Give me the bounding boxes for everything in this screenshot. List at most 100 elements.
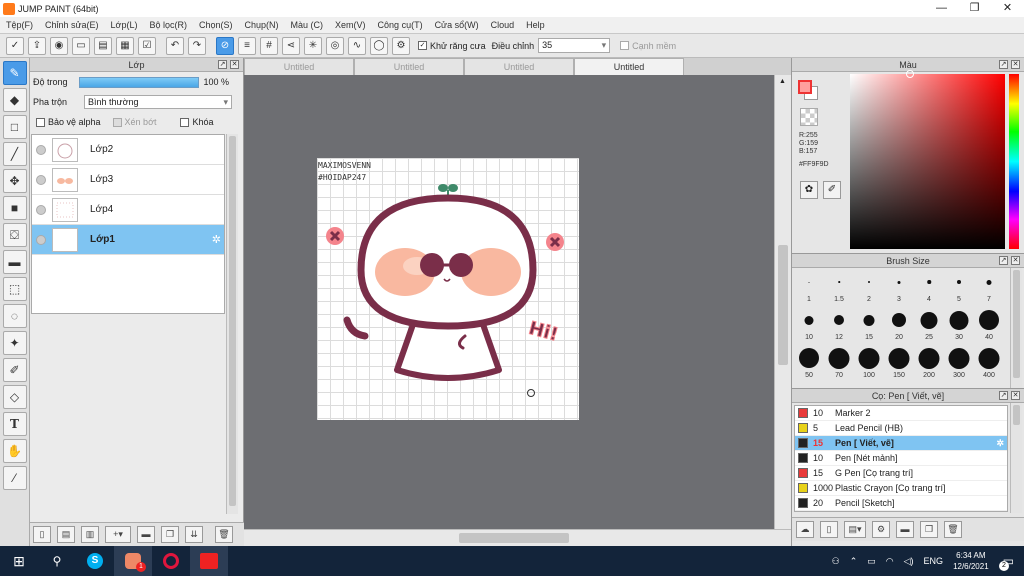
brush-list-item[interactable]: 1000 Plastic Crayon [Cọ trang trí] — [795, 481, 1007, 496]
brush-size-option[interactable]: 25 — [914, 308, 944, 341]
brush-size-option[interactable]: 1.5 — [824, 270, 854, 303]
menu-cloud[interactable]: Cloud — [485, 20, 521, 30]
new-8bit-layer-icon[interactable]: ▥ — [81, 526, 99, 543]
menu-select[interactable]: Chọn(S) — [193, 20, 239, 30]
brush-list-scrollbar[interactable] — [1010, 403, 1022, 513]
horizontal-scroll-thumb[interactable] — [459, 533, 569, 543]
panel-float-icon[interactable]: ↗ — [218, 60, 227, 69]
line-tool-icon[interactable]: ╱ — [2, 142, 27, 166]
select-pen-tool-icon[interactable]: ✐ — [2, 358, 27, 382]
canvas-horizontal-scrollbar[interactable] — [244, 529, 791, 546]
brush-menu-icon[interactable]: ▤▾ — [844, 521, 866, 538]
brush-settings-icon[interactable]: ⚙ — [872, 521, 890, 538]
opacity-slider[interactable] — [78, 76, 199, 88]
new-layer-icon[interactable]: ▯ — [33, 526, 51, 543]
brush-delete-icon[interactable]: 🗑 — [944, 521, 962, 538]
brush-size-option[interactable]: 2 — [854, 270, 884, 303]
page-icon[interactable]: ▤ — [94, 36, 112, 55]
close-button[interactable]: ✕ — [991, 0, 1024, 17]
brush-size-option[interactable]: 50 — [794, 346, 824, 379]
vertical-scroll-thumb[interactable] — [778, 245, 788, 365]
menu-window[interactable]: Cửa sổ(W) — [429, 20, 485, 30]
brush-size-option[interactable]: 5 — [944, 270, 974, 303]
visibility-icon[interactable] — [36, 144, 46, 155]
jump-paint-icon[interactable] — [190, 546, 228, 576]
bucket-tool-icon[interactable]: ⛋ — [2, 223, 27, 247]
menu-color[interactable]: Màu (C) — [285, 20, 330, 30]
ellipse-icon[interactable]: ◯ — [370, 36, 388, 55]
minimize-button[interactable]: — — [925, 0, 958, 17]
menu-capture[interactable]: Chụp(N) — [239, 20, 285, 30]
language-indicator[interactable]: ENG — [924, 556, 944, 566]
merge-layer-icon[interactable]: ⇊ — [185, 526, 203, 543]
panel-float-icon[interactable]: ↗ — [999, 60, 1008, 69]
lock-checkbox[interactable] — [180, 117, 190, 127]
brush-size-option[interactable]: 150 — [884, 346, 914, 379]
network-icon[interactable]: ◠ — [886, 556, 894, 567]
notification-icon[interactable]: ▭ 2 — [999, 554, 1014, 571]
layer-row-lop2[interactable]: Lớp2 — [32, 135, 224, 165]
hue-slider[interactable] — [1009, 74, 1019, 249]
brush-size-option[interactable]: 70 — [824, 346, 854, 379]
menu-edit[interactable]: Chỉnh sửa(E) — [39, 20, 105, 30]
checklist-icon[interactable]: ☑ — [138, 36, 156, 55]
layer-row-lop3[interactable]: Lớp3 — [32, 165, 224, 195]
brush-folder-icon[interactable]: ▬ — [896, 521, 914, 538]
blend-mode-select[interactable]: Bình thường — [84, 95, 233, 109]
search-icon[interactable]: ⚲ — [38, 546, 76, 576]
brush-size-scrollbar[interactable] — [1010, 268, 1022, 388]
delete-layer-icon[interactable]: 🗑 — [215, 526, 233, 543]
radial-icon[interactable]: ✳ — [304, 36, 322, 55]
clip-checkbox[interactable] — [112, 117, 122, 127]
move-tool-icon[interactable]: ✥ — [2, 169, 27, 193]
brush-size-option[interactable]: 30 — [944, 308, 974, 341]
protect-alpha-checkbox[interactable] — [36, 117, 45, 127]
skype-icon[interactable]: S — [76, 546, 114, 576]
pen-snap-off-icon[interactable]: ⊘ — [216, 36, 234, 55]
curve-icon[interactable]: ∿ — [348, 36, 366, 55]
palette-icon[interactable]: ✿ — [800, 181, 818, 199]
antialias-checkbox[interactable]: ✓ — [418, 41, 427, 50]
restore-button[interactable]: ❐ — [958, 0, 991, 17]
message-icon[interactable]: ▭ — [72, 36, 90, 55]
panel-close-icon[interactable]: ✕ — [1011, 391, 1020, 400]
brush-duplicate-icon[interactable]: ❐ — [920, 521, 938, 538]
drawing-canvas[interactable]: MAXIMOSVENN #HOIDAP247 Hi! — [317, 158, 579, 420]
brush-list-item[interactable]: 20 Pencil [Sketch] — [795, 496, 1007, 511]
chat-app-icon[interactable]: 1 — [114, 546, 152, 576]
people-icon[interactable]: ⚇ — [832, 556, 840, 567]
clock[interactable]: 6:34 AM 12/6/2021 — [953, 550, 989, 572]
brush-list-item[interactable]: 5 Lead Pencil (HB) — [795, 421, 1007, 436]
add-layer-menu-icon[interactable]: +▾ — [105, 526, 131, 543]
soft-edge-checkbox[interactable] — [620, 41, 630, 50]
redo-icon[interactable]: ↷ — [188, 36, 206, 55]
brush-size-option[interactable]: 4 — [914, 270, 944, 303]
eyedropper-tool-icon[interactable]: ⁄ — [2, 466, 27, 490]
brush-size-option[interactable]: 15 — [854, 308, 884, 341]
brush-list-item[interactable]: 15 Pen [ Viết, vẽ] ✲ — [795, 436, 1007, 451]
menu-view[interactable]: Xem(V) — [329, 20, 372, 30]
brush-size-option[interactable]: 1 — [794, 270, 824, 303]
transparent-color-swatch[interactable] — [800, 108, 818, 126]
adjust-select[interactable]: 35 ▾ — [538, 38, 611, 53]
visibility-icon[interactable] — [36, 204, 46, 215]
visibility-icon[interactable] — [36, 234, 46, 245]
tab-untitled-4[interactable]: Untitled — [574, 58, 684, 75]
perspective-icon[interactable]: ⋖ — [282, 36, 300, 55]
speech-bubble-icon[interactable]: ◉ — [50, 36, 68, 55]
brush-size-option[interactable]: 40 — [974, 308, 1004, 341]
menu-filter[interactable]: Bộ lọc(R) — [143, 20, 193, 30]
layer-row-lop1[interactable]: Lớp1 ✲ — [32, 225, 224, 255]
menu-tools[interactable]: Công cụ(T) — [372, 20, 429, 30]
duplicate-layer-icon[interactable]: ❐ — [161, 526, 179, 543]
concentric-icon[interactable]: ◎ — [326, 36, 344, 55]
magic-wand-tool-icon[interactable]: ✦ — [2, 331, 27, 355]
lasso-tool-icon[interactable]: ◌ — [2, 304, 27, 328]
panel-close-icon[interactable]: ✕ — [230, 60, 239, 69]
brush-size-option[interactable]: 12 — [824, 308, 854, 341]
export-icon[interactable]: ⇪ — [28, 36, 46, 55]
select-eraser-tool-icon[interactable]: ◇ — [2, 385, 27, 409]
volume-icon[interactable]: ◁) — [904, 556, 914, 567]
brush-size-option[interactable]: 100 — [854, 346, 884, 379]
parallel-ruler-icon[interactable]: ≡ — [238, 36, 256, 55]
